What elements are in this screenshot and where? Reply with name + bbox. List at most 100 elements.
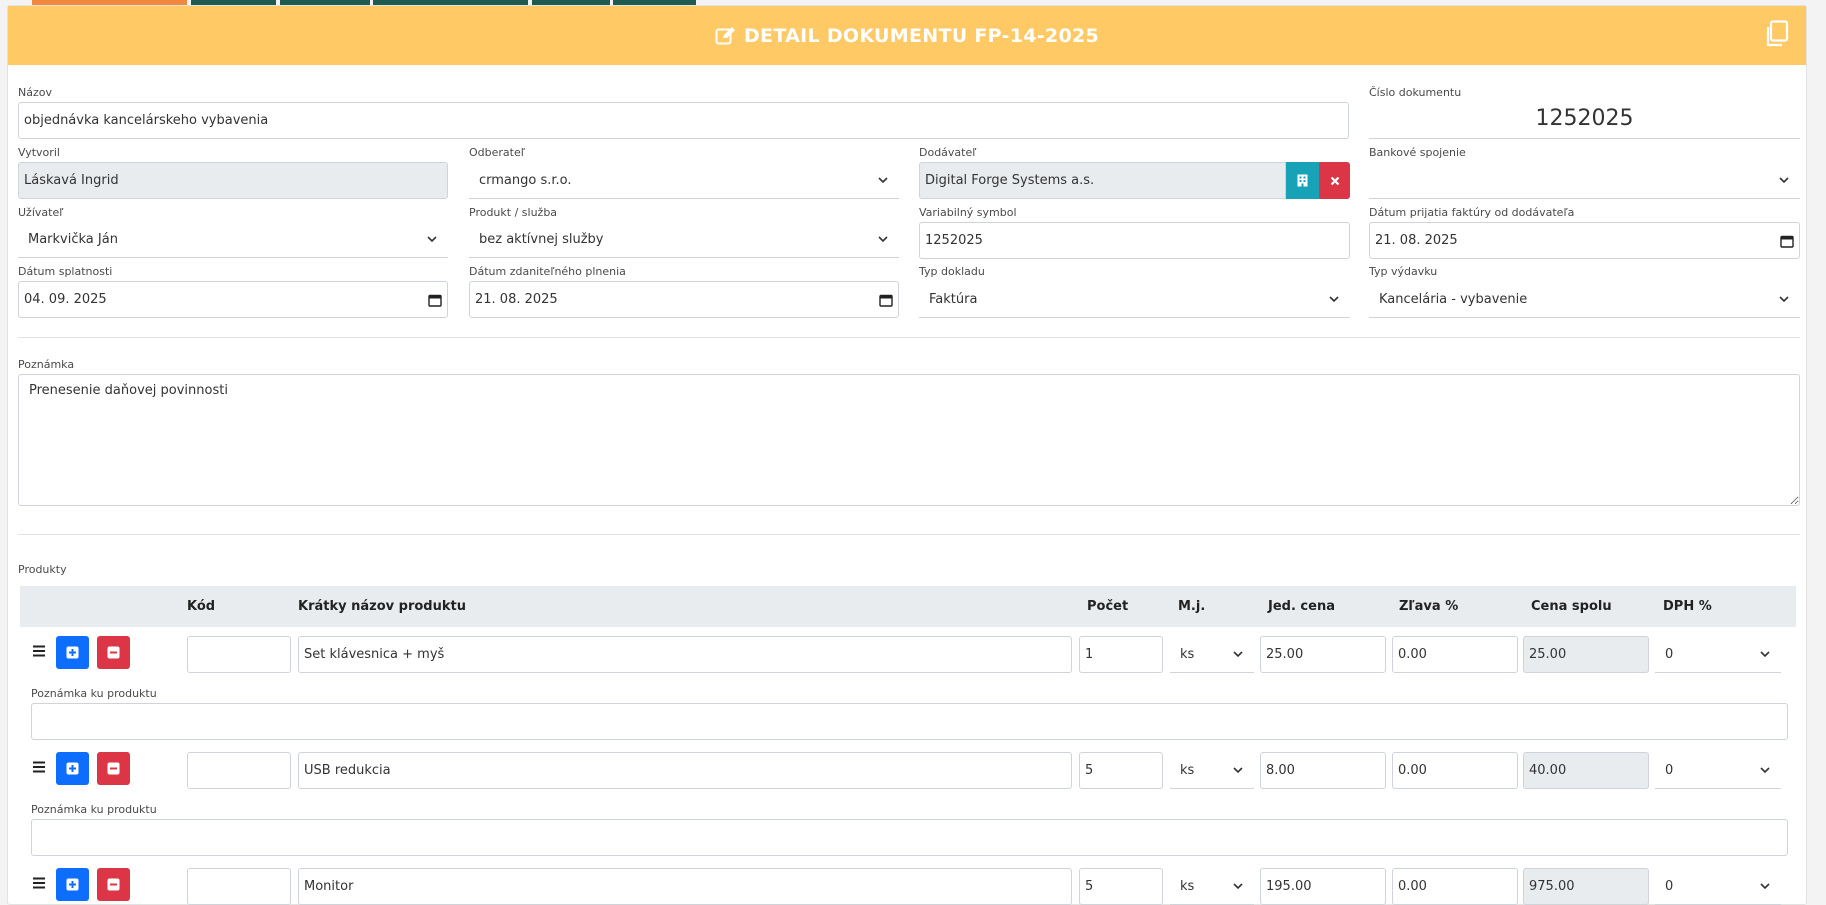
typ-dokladu-select[interactable]: Faktúra [919, 281, 1350, 318]
product-dph-select[interactable]: 0 [1655, 868, 1781, 905]
typ-vydavku-select[interactable]: Kancelária - vybavenie [1369, 281, 1800, 318]
product-note-label: Poznámka ku produktu [31, 687, 157, 700]
product-nazov-input[interactable]: USB redukcia [298, 752, 1072, 789]
cislo-dokumentu-underline [1369, 138, 1800, 139]
produkt-sluzba-label: Produkt / služba [469, 206, 558, 219]
add-row-button[interactable] [56, 636, 89, 669]
col-mj: M.j. [1178, 599, 1206, 614]
product-jed-cena-input[interactable]: 195.00 [1260, 868, 1386, 905]
product-kod-input[interactable] [187, 636, 291, 673]
col-zlava: Zľava % [1399, 599, 1459, 614]
chevron-down-icon [1760, 767, 1770, 774]
document-card: DETAIL DOKUMENTU FP-14-2025 Názov objedn… [7, 5, 1807, 905]
datum-splatnosti-label: Dátum splatnosti [18, 265, 113, 278]
odberatel-label: Odberateľ [469, 146, 525, 159]
chevron-down-icon [1779, 177, 1789, 184]
nazov-label: Názov [18, 86, 52, 99]
product-mj-select[interactable]: ks [1170, 752, 1254, 789]
poznamka-textarea[interactable]: Prenesenie daňovej povinnosti [18, 374, 1800, 506]
add-row-button[interactable] [56, 752, 89, 785]
calendar-icon[interactable] [428, 293, 442, 307]
nazov-input[interactable]: objednávka kancelárskeho vybavenia [18, 102, 1349, 139]
chevron-down-icon [878, 177, 888, 184]
vytvoril-input: Láskavá Ingrid [18, 162, 448, 199]
page-title: DETAIL DOKUMENTU FP-14-2025 [715, 25, 1099, 47]
produkt-sluzba-select[interactable]: bez aktívnej služby [469, 221, 899, 258]
product-dph-select[interactable]: 0 [1655, 636, 1781, 673]
datum-zdanitelneho-label: Dátum zdaniteľného plnenia [469, 265, 626, 278]
plus-square-icon [66, 646, 79, 659]
bankove-spojenie-select[interactable] [1369, 162, 1800, 199]
datum-zdanitelneho-input[interactable]: 21. 08. 2025 [469, 281, 899, 318]
edit-icon [715, 27, 735, 45]
product-note-input[interactable] [31, 703, 1788, 740]
chevron-down-icon [1233, 767, 1243, 774]
add-row-button[interactable] [56, 868, 89, 901]
dodavatel-detail-button[interactable] [1286, 162, 1319, 199]
dodavatel-input: Digital Forge Systems a.s. [919, 162, 1286, 199]
odberatel-select[interactable]: crmango s.r.o. [469, 162, 899, 199]
cislo-dokumentu-input[interactable]: 1252025 [1369, 106, 1800, 131]
variabilny-symbol-input[interactable]: 1252025 [919, 222, 1350, 259]
product-zlava-input[interactable]: 0.00 [1392, 636, 1518, 673]
chevron-down-icon [1760, 883, 1770, 890]
products-table-header: Kód Krátky názov produktu Počet M.j. Jed… [20, 586, 1796, 627]
dodavatel-label: Dodávateľ [919, 146, 977, 159]
col-nazov: Krátky názov produktu [298, 599, 466, 614]
product-nazov-input[interactable]: Set klávesnica + myš [298, 636, 1072, 673]
bankove-spojenie-label: Bankové spojenie [1369, 146, 1466, 159]
product-mj-select[interactable]: ks [1170, 636, 1254, 673]
product-pocet-input[interactable]: 5 [1079, 752, 1163, 789]
divider [18, 337, 1800, 338]
calendar-icon[interactable] [1780, 234, 1794, 248]
copy-icon[interactable] [1764, 20, 1790, 48]
product-dph-select[interactable]: 0 [1655, 752, 1781, 789]
col-kod: Kód [187, 599, 216, 614]
drag-handle-icon[interactable] [32, 877, 46, 889]
product-note-input[interactable] [31, 819, 1788, 856]
datum-prijatia-input[interactable]: 21. 08. 2025 [1369, 222, 1800, 259]
product-jed-cena-input[interactable]: 8.00 [1260, 752, 1386, 789]
product-dph-value: 0 [1665, 646, 1674, 662]
page-title-text: DETAIL DOKUMENTU FP-14-2025 [743, 24, 1100, 47]
uzivatel-value: Markvička Ján [28, 231, 118, 247]
product-kod-input[interactable] [187, 752, 291, 789]
uzivatel-select[interactable]: Markvička Ján [18, 221, 448, 258]
remove-row-button[interactable] [97, 868, 130, 901]
datum-prijatia-label: Dátum prijatia faktúry od dodávateľa [1369, 206, 1575, 219]
remove-row-button[interactable] [97, 752, 130, 785]
product-jed-cena-input[interactable]: 25.00 [1260, 636, 1386, 673]
datum-splatnosti-input[interactable]: 04. 09. 2025 [18, 281, 448, 318]
product-zlava-input[interactable]: 0.00 [1392, 868, 1518, 905]
chevron-down-icon [1233, 883, 1243, 890]
product-pocet-input[interactable]: 5 [1079, 868, 1163, 905]
chevron-down-icon [427, 236, 437, 243]
minus-square-icon [107, 646, 120, 659]
product-mj-value: ks [1180, 762, 1195, 778]
product-mj-select[interactable]: ks [1170, 868, 1254, 905]
odberatel-value: crmango s.r.o. [479, 172, 572, 188]
product-cena-spolu-input: 25.00 [1523, 636, 1649, 673]
remove-row-button[interactable] [97, 636, 130, 669]
chevron-down-icon [1779, 296, 1789, 303]
product-pocet-input[interactable]: 1 [1079, 636, 1163, 673]
product-zlava-input[interactable]: 0.00 [1392, 752, 1518, 789]
building-icon [1297, 174, 1308, 187]
product-cena-spolu-input: 40.00 [1523, 752, 1649, 789]
vytvoril-label: Vytvoril [18, 146, 60, 159]
dodavatel-clear-button[interactable] [1319, 162, 1350, 199]
product-note-label: Poznámka ku produktu [31, 803, 157, 816]
cislo-dokumentu-label: Číslo dokumentu [1369, 86, 1462, 99]
chevron-down-icon [1329, 296, 1339, 303]
divider [18, 534, 1800, 535]
close-icon [1330, 176, 1339, 185]
plus-square-icon [66, 878, 79, 891]
poznamka-label: Poznámka [18, 358, 75, 371]
typ-vydavku-label: Typ výdavku [1369, 265, 1438, 278]
product-kod-input[interactable] [187, 868, 291, 905]
product-nazov-input[interactable]: Monitor [298, 868, 1072, 905]
drag-handle-icon[interactable] [32, 645, 46, 657]
drag-handle-icon[interactable] [32, 761, 46, 773]
calendar-icon[interactable] [879, 293, 893, 307]
minus-square-icon [107, 878, 120, 891]
